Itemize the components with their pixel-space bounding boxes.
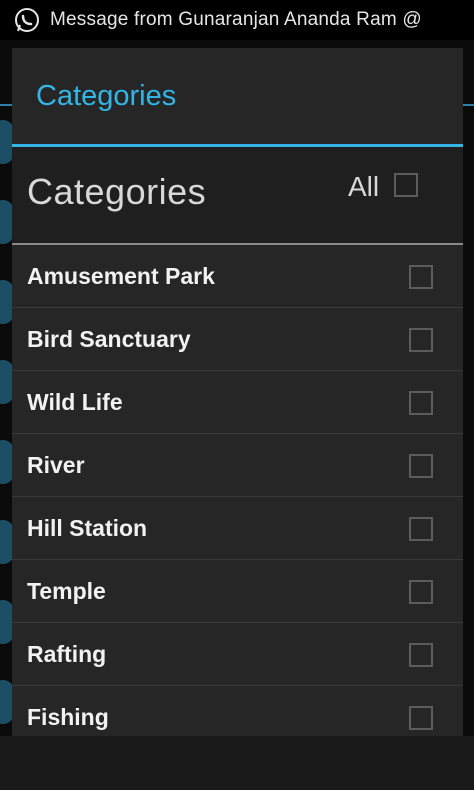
category-label: Amusement Park <box>27 262 215 289</box>
screen: Message from Gunaranjan Ananda Ram @ Cat… <box>0 0 474 790</box>
category-label: Fishing <box>27 703 109 730</box>
category-label: Rafting <box>27 640 107 667</box>
categories-dialog: Categories Categories All Amusement Park… <box>12 48 463 790</box>
category-checkbox[interactable] <box>409 328 433 352</box>
category-item-temple[interactable]: Temple <box>12 560 463 623</box>
category-checkbox[interactable] <box>409 706 433 730</box>
header-title: Categories <box>27 171 207 212</box>
category-checkbox[interactable] <box>409 265 433 289</box>
category-label: River <box>27 451 85 478</box>
category-label: Hill Station <box>27 514 148 541</box>
category-label: Temple <box>27 577 106 604</box>
category-checkbox[interactable] <box>409 454 433 478</box>
whatsapp-icon <box>15 8 39 32</box>
category-item-hill-station[interactable]: Hill Station <box>12 497 463 560</box>
category-checkbox[interactable] <box>409 643 433 667</box>
select-all-checkbox[interactable] <box>394 173 418 197</box>
notification-text: Message from Gunaranjan Ananda Ram @ <box>50 9 422 30</box>
category-item-bird-sanctuary[interactable]: Bird Sanctuary <box>12 308 463 371</box>
dialog-title: Categories <box>12 48 463 147</box>
category-item-rafting[interactable]: Rafting <box>12 623 463 686</box>
status-bar: Message from Gunaranjan Ananda Ram @ <box>0 0 474 40</box>
category-item-river[interactable]: River <box>12 434 463 497</box>
category-item-wild-life[interactable]: Wild Life <box>12 371 463 434</box>
category-list: Amusement Park Bird Sanctuary Wild Life … <box>12 245 463 749</box>
category-checkbox[interactable] <box>409 580 433 604</box>
categories-header: Categories All <box>12 147 463 245</box>
category-checkbox[interactable] <box>409 391 433 415</box>
category-item-amusement-park[interactable]: Amusement Park <box>12 245 463 308</box>
category-label: Bird Sanctuary <box>27 325 191 352</box>
category-label: Wild Life <box>27 388 123 415</box>
all-label: All <box>348 171 380 202</box>
bottom-shade <box>0 736 474 790</box>
category-checkbox[interactable] <box>409 517 433 541</box>
